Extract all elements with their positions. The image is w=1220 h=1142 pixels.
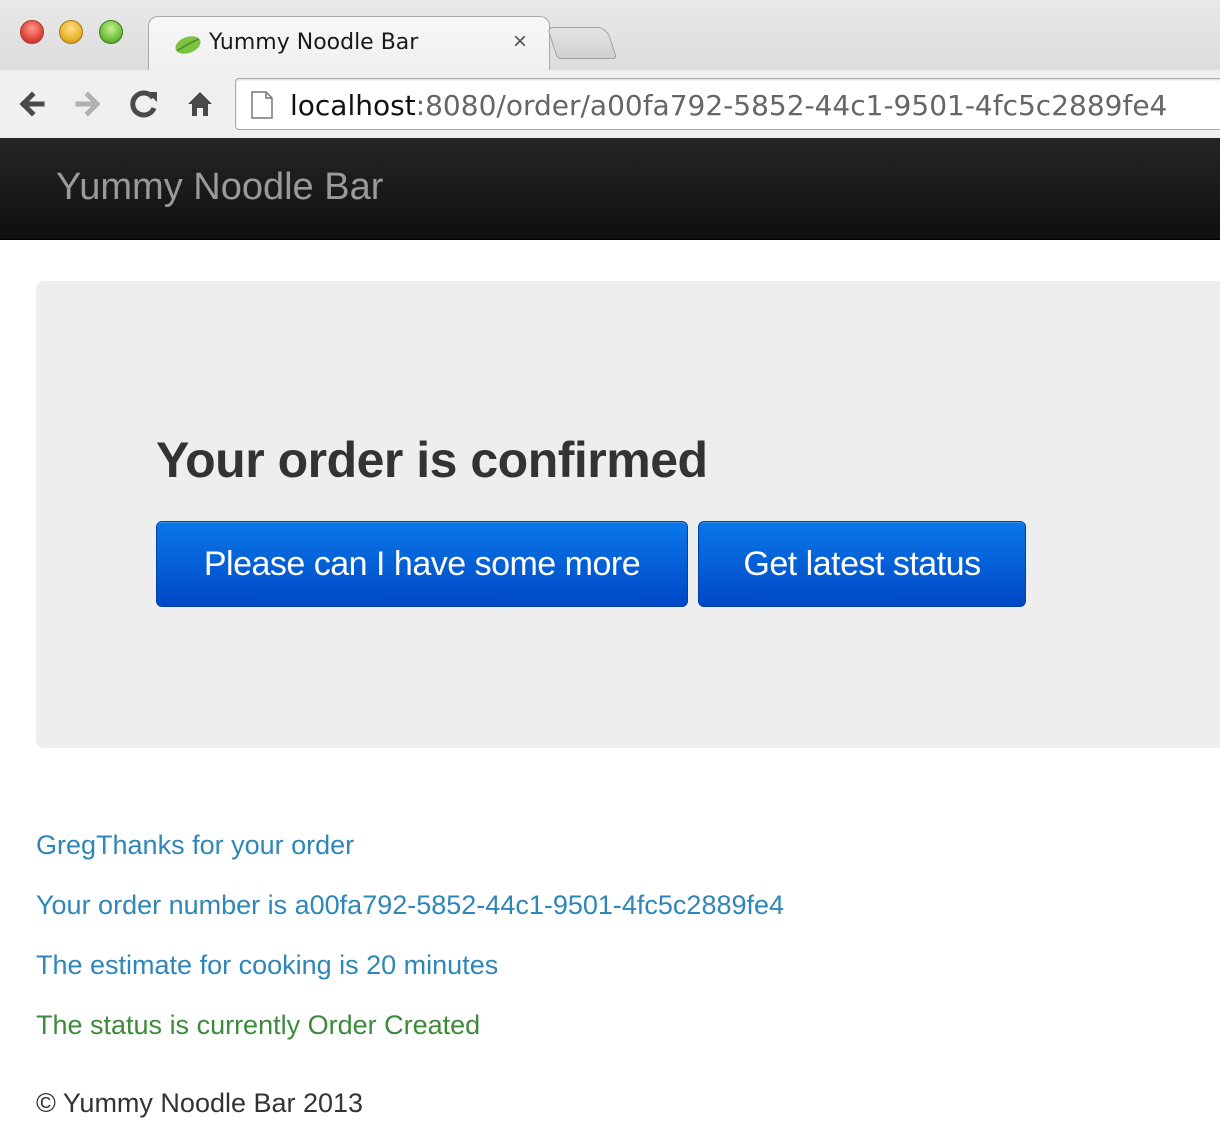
hero-panel: Your order is confirmed Please can I hav…	[36, 281, 1220, 748]
brand-link[interactable]: Yummy Noodle Bar	[56, 166, 383, 209]
order-number: Your order number is a00fa792-5852-44c1-…	[36, 890, 785, 920]
close-window-button[interactable]	[20, 20, 44, 44]
zoom-window-button[interactable]	[99, 20, 123, 44]
browser-toolbar: localhost:8080/order/a00fa792-5852-44c1-…	[0, 70, 1220, 138]
tab-title: Yummy Noodle Bar	[209, 30, 419, 55]
page-icon	[251, 91, 273, 119]
site-navbar: Yummy Noodle Bar	[0, 138, 1220, 240]
url-host: localhost	[290, 89, 416, 122]
url-path: :8080/order/a00fa792-5852-44c1-9501-4fc5…	[415, 89, 1168, 122]
forward-arrow-icon[interactable]	[68, 84, 108, 124]
browser-chrome: Yummy Noodle Bar × localhost:8080/order/…	[0, 0, 1220, 138]
back-arrow-icon[interactable]	[12, 84, 52, 124]
get-status-button[interactable]: Get latest status	[698, 521, 1026, 607]
order-status: The status is currently Order Created	[36, 1010, 481, 1040]
thanks-message: GregThanks for your order	[36, 830, 355, 860]
address-bar[interactable]: localhost:8080/order/a00fa792-5852-44c1-…	[235, 78, 1220, 130]
home-icon[interactable]	[180, 84, 220, 124]
minimize-window-button[interactable]	[59, 20, 83, 44]
footer-copyright: © Yummy Noodle Bar 2013	[36, 1088, 364, 1118]
cooking-estimate: The estimate for cooking is 20 minutes	[36, 950, 499, 980]
tab-yummy-noodle-bar[interactable]: Yummy Noodle Bar ×	[148, 16, 550, 72]
order-more-button[interactable]: Please can I have some more	[156, 521, 688, 607]
tab-close-icon[interactable]: ×	[513, 29, 527, 55]
spring-leaf-icon	[175, 36, 201, 54]
tab-strip: Yummy Noodle Bar ×	[0, 0, 1220, 72]
reload-icon[interactable]	[124, 84, 164, 124]
new-tab-button[interactable]	[546, 27, 618, 59]
page-title: Your order is confirmed	[156, 432, 708, 488]
url-text: localhost:8080/order/a00fa792-5852-44c1-…	[290, 89, 1167, 122]
